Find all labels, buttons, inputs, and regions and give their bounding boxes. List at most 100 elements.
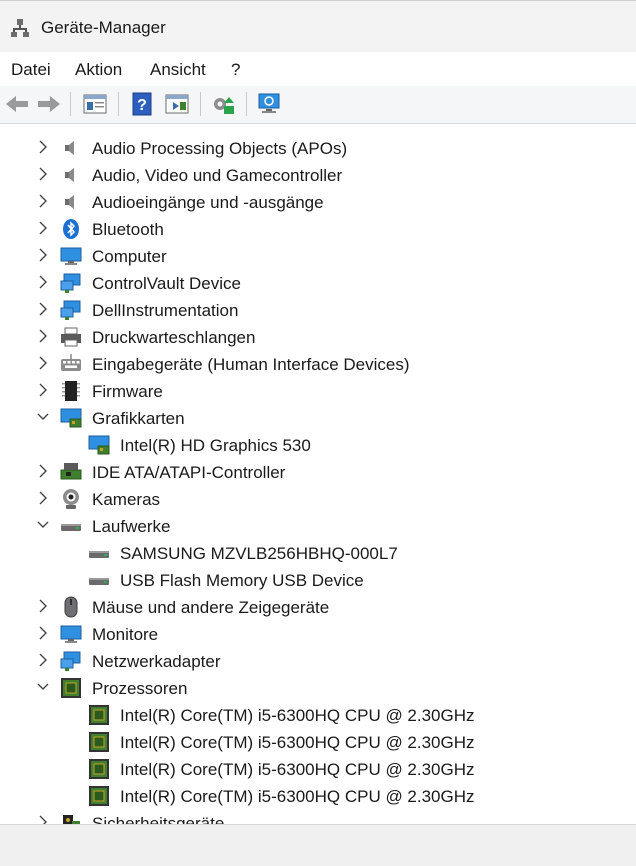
drive-icon: [89, 578, 109, 585]
tree-item-label: Bluetooth: [92, 220, 164, 239]
tree-category[interactable]: DellInstrumentation: [0, 296, 636, 323]
chevron-right-icon[interactable]: [36, 328, 50, 344]
tree-item-label: Intel(R) Core(TM) i5-6300HQ CPU @ 2.30GH…: [120, 760, 475, 779]
chevron-right-icon[interactable]: [36, 625, 50, 641]
chevron-right-icon[interactable]: [36, 301, 50, 317]
tree-device[interactable]: Intel(R) Core(TM) i5-6300HQ CPU @ 2.30GH…: [0, 755, 636, 782]
chevron-down-icon[interactable]: [36, 409, 50, 425]
chevron-right-icon[interactable]: [36, 247, 50, 263]
chevron-right-icon[interactable]: [36, 166, 50, 182]
tree-category[interactable]: Sicherheitsgeräte: [0, 809, 636, 824]
tree-item-label: Audioeingänge und -ausgänge: [92, 193, 324, 212]
title-bar: Geräte-Manager: [0, 0, 636, 52]
chevron-right-icon[interactable]: [36, 274, 50, 290]
tree-category[interactable]: Kameras: [0, 485, 636, 512]
chevron-right-icon[interactable]: [36, 652, 50, 668]
chevron-right-icon[interactable]: [36, 382, 50, 398]
drive-icon: [61, 524, 81, 531]
tree-device[interactable]: SAMSUNG MZVLB256HBHQ-000L7: [0, 539, 636, 566]
chevron-right-icon[interactable]: [36, 814, 50, 824]
toolbar: ?: [0, 86, 636, 124]
status-bar: [0, 824, 636, 866]
tree-item-label: IDE ATA/ATAPI-Controller: [92, 463, 286, 482]
chevron-right-icon[interactable]: [36, 463, 50, 479]
tree-item-label: Intel(R) Core(TM) i5-6300HQ CPU @ 2.30GH…: [120, 787, 475, 806]
tree-category[interactable]: Laufwerke: [0, 512, 636, 539]
tree-category[interactable]: Computer: [0, 242, 636, 269]
chevron-right-icon[interactable]: [36, 139, 50, 155]
tree-item-label: Kameras: [92, 490, 161, 509]
back-arrow-icon[interactable]: [4, 92, 30, 116]
tree-item-label: Netzwerkadapter: [92, 652, 221, 671]
processor-icon: [89, 705, 109, 725]
tree-category[interactable]: Bluetooth: [0, 215, 636, 242]
chevron-right-icon[interactable]: [36, 490, 50, 506]
tree-item-label: Laufwerke: [92, 517, 171, 536]
forward-arrow-icon[interactable]: [36, 92, 62, 116]
chevron-right-icon[interactable]: [36, 598, 50, 614]
camera-icon: [63, 489, 79, 509]
tree-item-label: ControlVault Device: [92, 274, 241, 293]
speaker-icon: [65, 168, 74, 182]
tree-category[interactable]: Mäuse und andere Zeigegeräte: [0, 593, 636, 620]
tree-device[interactable]: Intel(R) Core(TM) i5-6300HQ CPU @ 2.30GH…: [0, 782, 636, 809]
bluetooth-icon: [63, 219, 79, 239]
properties-icon[interactable]: [82, 92, 108, 116]
scan-monitor-icon[interactable]: [256, 92, 282, 116]
scan-hardware-icon[interactable]: [210, 92, 236, 116]
processor-icon: [89, 759, 109, 779]
tree-device[interactable]: Intel(R) Core(TM) i5-6300HQ CPU @ 2.30GH…: [0, 728, 636, 755]
network-monitor-icon: [60, 300, 81, 320]
tree-category[interactable]: Audioeingänge und -ausgänge: [0, 188, 636, 215]
menu-datei[interactable]: Datei: [11, 60, 51, 80]
network-monitor-icon: [60, 651, 81, 671]
tree-category[interactable]: Monitore: [0, 620, 636, 647]
keyboard-icon: [61, 354, 81, 371]
speaker-icon: [65, 195, 74, 209]
tree-category[interactable]: IDE ATA/ATAPI-Controller: [0, 458, 636, 485]
chevron-right-icon[interactable]: [36, 220, 50, 236]
tree-category[interactable]: Prozessoren: [0, 674, 636, 701]
help-icon[interactable]: ?: [130, 92, 156, 116]
update-driver-icon[interactable]: [164, 92, 190, 116]
menu-aktion[interactable]: Aktion: [75, 60, 122, 80]
menu-ansicht[interactable]: Ansicht: [150, 60, 206, 80]
security-icon: [63, 815, 80, 824]
chevron-down-icon[interactable]: [36, 679, 50, 695]
tree-item-label: Audio, Video und Gamecontroller: [92, 166, 343, 185]
chevron-right-icon[interactable]: [36, 355, 50, 371]
tree-category[interactable]: Audio, Video und Gamecontroller: [0, 161, 636, 188]
display-adapter-icon: [88, 435, 110, 455]
tree-item-label: Grafikkarten: [92, 409, 185, 428]
chip-icon: [62, 381, 80, 401]
tree-category[interactable]: Audio Processing Objects (APOs): [0, 134, 636, 161]
menu-bar: Datei Aktion Ansicht ?: [0, 52, 636, 87]
tree-item-label: Computer: [92, 247, 167, 266]
display-adapter-icon: [60, 408, 82, 428]
monitor-icon: [60, 247, 82, 265]
tree-device[interactable]: USB Flash Memory USB Device: [0, 566, 636, 593]
processor-icon: [61, 678, 81, 698]
tree-category[interactable]: Firmware: [0, 377, 636, 404]
controller-icon: [60, 463, 82, 480]
network-monitor-icon: [60, 273, 81, 293]
tree-item-label: Mäuse und andere Zeigegeräte: [92, 598, 330, 617]
tree-category[interactable]: Grafikkarten: [0, 404, 636, 431]
tree-item-label: SAMSUNG MZVLB256HBHQ-000L7: [120, 544, 398, 563]
tree-category[interactable]: Netzwerkadapter: [0, 647, 636, 674]
tree-item-label: Eingabegeräte (Human Interface Devices): [92, 355, 410, 374]
tree-category[interactable]: Druckwarteschlangen: [0, 323, 636, 350]
tree-device[interactable]: Intel(R) HD Graphics 530: [0, 431, 636, 458]
tree-item-label: DellInstrumentation: [92, 301, 239, 320]
chevron-right-icon[interactable]: [36, 193, 50, 209]
tree-item-label: Sicherheitsgeräte: [92, 814, 225, 824]
monitor-icon: [60, 625, 82, 643]
tree-device[interactable]: Intel(R) Core(TM) i5-6300HQ CPU @ 2.30GH…: [0, 701, 636, 728]
tree-category[interactable]: Eingabegeräte (Human Interface Devices): [0, 350, 636, 377]
tree-item-label: Audio Processing Objects (APOs): [92, 139, 348, 158]
menu-help[interactable]: ?: [231, 60, 240, 80]
processor-icon: [89, 786, 109, 806]
device-tree: Audio Processing Objects (APOs) Audio, Vi…: [0, 131, 636, 824]
tree-category[interactable]: ControlVault Device: [0, 269, 636, 296]
chevron-down-icon[interactable]: [36, 517, 50, 533]
